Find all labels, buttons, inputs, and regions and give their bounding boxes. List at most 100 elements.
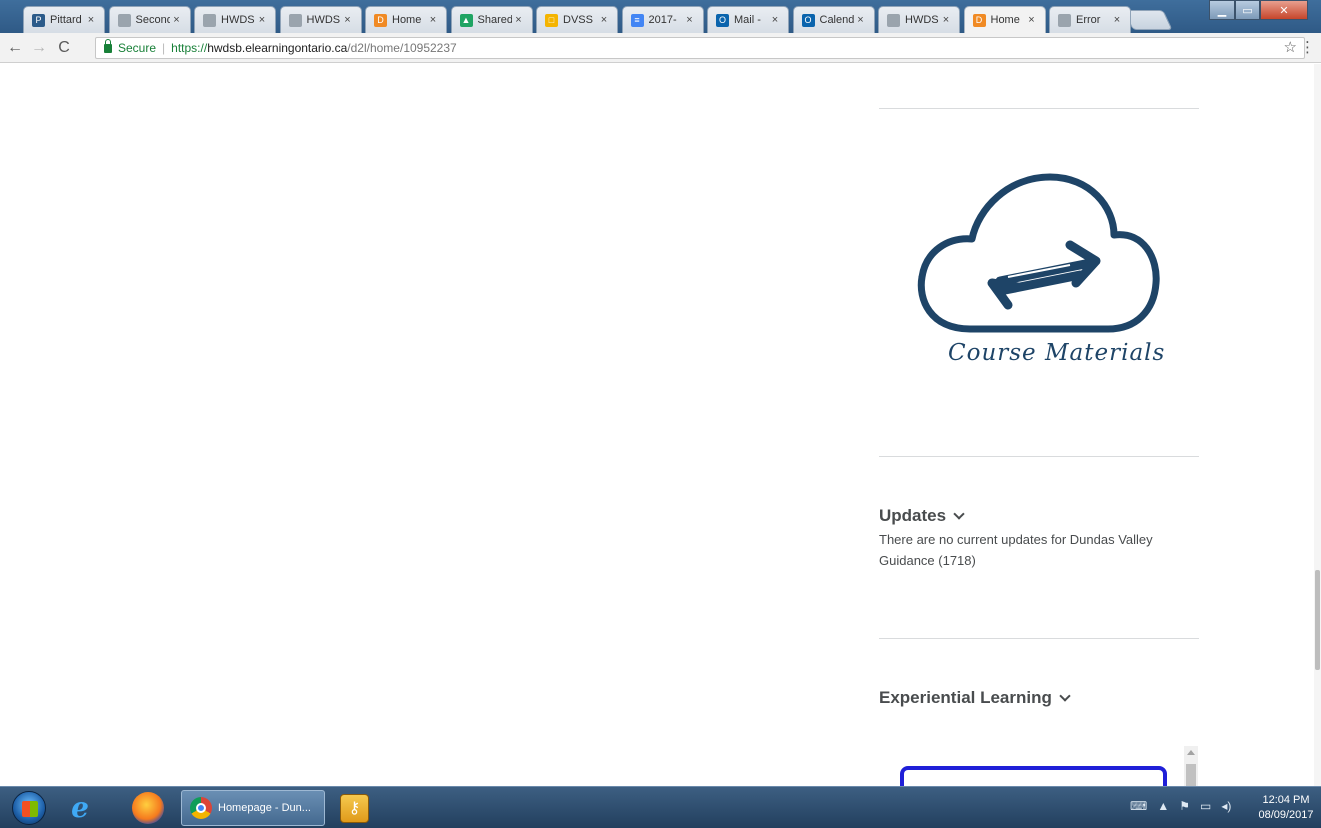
close-window-button[interactable]: ✕ (1260, 0, 1308, 20)
tab-favicon-icon (887, 13, 900, 27)
tab-title: Calend (819, 14, 854, 26)
forward-arrow-icon[interactable]: → (30, 38, 48, 58)
embedded-scrollbar[interactable] (1184, 746, 1198, 786)
reload-icon[interactable]: C (55, 38, 73, 58)
system-clock[interactable]: 12:04 PM 08/09/2017 (1256, 793, 1316, 823)
tab-favicon-icon: ▲ (459, 13, 473, 27)
lock-icon (104, 38, 112, 53)
chevron-down-icon[interactable] (1059, 689, 1071, 702)
browser-tab[interactable]: HWDS × (279, 6, 362, 33)
embedded-frame[interactable] (893, 746, 1203, 786)
updates-heading-text: Updates (879, 506, 947, 525)
browser-tab-strip: ▁ ▭ ✕ P Pittard × Second × HWDS × HWDS × D Home × ▲ S… (0, 0, 1321, 33)
url-host: hwdsb.elearningontario.ca (207, 41, 348, 55)
minimize-button[interactable]: ▁ (1209, 0, 1235, 20)
tab-favicon-icon: O (716, 13, 729, 27)
tab-close-icon[interactable]: × (768, 14, 782, 26)
experiential-learning-heading[interactable]: Experiential Learning (879, 688, 1071, 708)
show-hidden-icons-icon[interactable]: ▲ (1157, 799, 1169, 813)
bookmark-star-icon[interactable]: ☆ (1284, 38, 1297, 56)
tab-title: Shared (477, 14, 512, 26)
tab-title: Home (392, 14, 422, 26)
tab-favicon-icon: ≡ (630, 13, 644, 27)
taskbar-chrome-button[interactable]: Homepage - Dun... (181, 790, 325, 826)
browser-tab[interactable]: Second × (108, 6, 191, 33)
browser-tab[interactable]: Error × (1049, 6, 1131, 33)
tab-favicon-icon (117, 13, 131, 27)
tab-title: DVSS (563, 14, 593, 26)
tab-close-icon[interactable]: × (512, 14, 526, 26)
tab-title: Second (135, 14, 170, 26)
tab-close-icon[interactable]: × (170, 14, 184, 26)
network-icon[interactable]: ▭ (1200, 799, 1211, 813)
taskbar-chrome-label: Homepage - Dun... (218, 802, 311, 814)
browser-tab[interactable]: ≡ 2017- × (621, 6, 704, 33)
firefox-icon[interactable] (132, 792, 164, 824)
volume-icon[interactable]: ◂) (1221, 799, 1231, 813)
tab-favicon-icon (203, 13, 216, 27)
tab-close-icon[interactable]: × (939, 14, 953, 26)
scroll-up-arrow-icon[interactable] (1187, 750, 1195, 755)
tab-title: HWDS (306, 14, 341, 26)
experiential-learning-heading-text: Experiential Learning (879, 688, 1052, 707)
url-scheme: https:// (171, 41, 208, 55)
restore-button[interactable]: ▭ (1235, 0, 1260, 20)
tab-favicon-icon: D (972, 13, 986, 27)
browser-tab[interactable]: P Pittard × (23, 6, 105, 33)
tab-title: Home (990, 14, 1020, 26)
scrollbar-thumb[interactable] (1186, 764, 1196, 786)
updates-heading[interactable]: Updates (879, 506, 965, 526)
keyboard-icon[interactable]: ⌨ (1130, 799, 1147, 813)
tab-close-icon[interactable]: × (1025, 14, 1039, 26)
tab-close-icon[interactable]: × (854, 14, 868, 26)
browser-tab[interactable]: O Mail - × (707, 6, 789, 33)
browser-tab[interactable]: O Calend × (792, 6, 875, 33)
tab-title: 2017- (648, 14, 677, 26)
tab-close-icon[interactable]: × (1110, 14, 1124, 26)
page-scrollbar-thumb[interactable] (1315, 570, 1320, 670)
divider (879, 638, 1199, 639)
windows-logo-icon (22, 801, 38, 817)
tab-close-icon[interactable]: × (597, 14, 611, 26)
url-path: /d2l/home/10952237 (347, 41, 457, 55)
browser-tab[interactable]: HWDS × (878, 6, 960, 33)
tab-favicon-icon: □ (545, 13, 558, 27)
address-separator: | (162, 41, 166, 55)
windows-taskbar: e Homepage - Dun... ⚷ ⌨ ▲ ⚑ ▭ ◂) 12:04 P… (0, 786, 1321, 828)
address-bar[interactable]: Secure | https://hwdsb.elearningontario.… (95, 37, 1305, 59)
back-arrow-icon[interactable]: ← (6, 38, 24, 58)
tab-title: Error (1076, 14, 1101, 26)
tab-favicon-icon (1058, 13, 1071, 27)
tab-close-icon[interactable]: × (255, 14, 269, 26)
divider (879, 108, 1199, 109)
action-center-flag-icon[interactable]: ⚑ (1179, 799, 1190, 813)
course-materials-label[interactable]: Course Materials (948, 340, 1165, 366)
tab-favicon-icon: O (801, 13, 815, 27)
chevron-down-icon[interactable] (953, 507, 965, 520)
clock-time: 12:04 PM (1262, 794, 1310, 806)
tab-favicon-icon: P (32, 13, 45, 27)
tab-favicon-icon (288, 13, 302, 27)
tab-close-icon[interactable]: × (683, 14, 697, 26)
tab-close-icon[interactable]: × (84, 14, 98, 26)
embedded-content-box[interactable] (900, 766, 1167, 786)
tab-close-icon[interactable]: × (341, 14, 355, 26)
internet-explorer-icon[interactable]: e (64, 792, 96, 824)
browser-tab[interactable]: D Home × (963, 6, 1046, 33)
start-button[interactable] (12, 791, 46, 825)
keys-app-icon[interactable]: ⚷ (340, 794, 369, 823)
browser-toolbar: ← → C Secure | https://hwdsb.elearningon… (0, 33, 1321, 63)
tab-favicon-icon: D (374, 13, 387, 27)
tab-close-icon[interactable]: × (426, 14, 440, 26)
menu-kebab-icon[interactable]: ⋮ (1300, 38, 1315, 56)
tab-title: Pittard (50, 14, 82, 26)
page-content: Course Materials Updates There are no cu… (0, 64, 1321, 786)
divider (879, 456, 1199, 457)
tab-title: HWDS (905, 14, 939, 26)
tab-title: HWDS (221, 14, 255, 26)
page-scrollbar[interactable] (1314, 64, 1321, 786)
browser-tab[interactable]: D Home × (365, 6, 447, 33)
browser-tab[interactable]: □ DVSS × (536, 6, 618, 33)
browser-tab[interactable]: HWDS × (194, 6, 276, 33)
browser-tab[interactable]: ▲ Shared × (450, 6, 533, 33)
